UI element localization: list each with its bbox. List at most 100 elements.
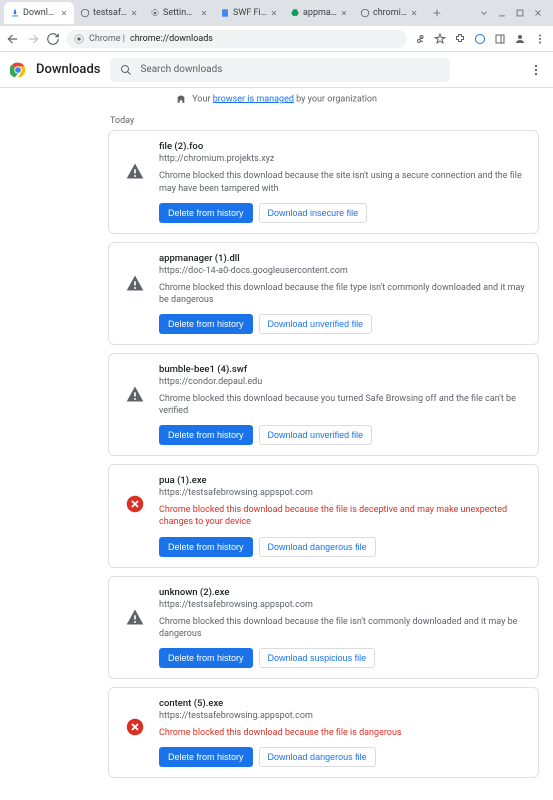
delete-button[interactable]: Delete from history: [159, 747, 253, 767]
status-icon: [121, 364, 149, 445]
tab-title: Downloads: [23, 8, 57, 18]
managed-banner: Your browser is managed by your organiza…: [0, 88, 553, 110]
download-filename: appmanager (1).dll: [159, 253, 526, 264]
section-today: Today: [14, 110, 539, 130]
delete-button[interactable]: Delete from history: [159, 203, 253, 223]
download-card: appmanager (1).dll https://doc-14-a0-doc…: [108, 242, 539, 345]
download-warning: Chrome blocked this download because the…: [159, 170, 526, 194]
globe-icon: [360, 8, 370, 18]
search-downloads[interactable]: Search downloads: [110, 58, 450, 82]
address-bar[interactable]: Chrome | chrome://downloads: [66, 30, 407, 48]
download-warning: Chrome blocked this download because the…: [159, 727, 526, 739]
globe-icon: [80, 8, 90, 18]
delete-button[interactable]: Delete from history: [159, 537, 253, 557]
download-filename: file (2).foo: [159, 141, 526, 152]
download-card: bumble-bee1 (4).swf https://condor.depau…: [108, 353, 539, 456]
download-card: pua (1).exe https://testsafebrowsing.app…: [108, 464, 539, 567]
download-anyway-button[interactable]: Download dangerous file: [259, 537, 376, 557]
tab-appmanager[interactable]: appmanag: [284, 2, 354, 24]
download-anyway-button[interactable]: Download dangerous file: [259, 747, 376, 767]
forward-icon[interactable]: [26, 32, 40, 46]
delete-button[interactable]: Delete from history: [159, 648, 253, 668]
status-icon: [121, 698, 149, 767]
tab-testsafe[interactable]: testsafebro: [74, 2, 144, 24]
search-icon: [120, 64, 132, 76]
side-panel-icon[interactable]: [493, 32, 507, 46]
status-icon: [121, 475, 149, 556]
tab-title: SWF File D: [233, 8, 267, 18]
star-icon[interactable]: [433, 32, 447, 46]
managed-prefix: Your: [192, 94, 213, 104]
tab-settings[interactable]: Settings - s: [144, 2, 214, 24]
labs-icon[interactable]: [473, 32, 487, 46]
download-anyway-button[interactable]: Download unverified file: [259, 314, 373, 334]
close-icon[interactable]: [270, 9, 278, 17]
tab-title: Settings - s: [163, 8, 197, 18]
tab-strip: Downloads testsafebro Settings - s SWF F…: [0, 0, 553, 26]
status-icon: [121, 253, 149, 334]
download-filename: pua (1).exe: [159, 475, 526, 486]
close-icon[interactable]: [340, 9, 348, 17]
download-warning: Chrome blocked this download because the…: [159, 616, 526, 640]
drive-icon: [290, 8, 300, 18]
extensions-icon[interactable]: [453, 32, 467, 46]
download-card: content (5).exe https://testsafebrowsing…: [108, 687, 539, 778]
file-icon: [220, 8, 230, 18]
download-warning: Chrome blocked this download because the…: [159, 282, 526, 306]
chrome-page-icon: [74, 34, 84, 44]
chevron-down-icon[interactable]: [479, 8, 489, 18]
chrome-logo-icon: [10, 62, 26, 78]
close-icon[interactable]: [410, 9, 418, 17]
download-card: file (2).foo http://chromium.projekts.xy…: [108, 130, 539, 233]
url-prefix: Chrome |: [89, 34, 125, 44]
tab-swf[interactable]: SWF File D: [214, 2, 284, 24]
gear-icon: [150, 8, 160, 18]
download-warning: Chrome blocked this download because you…: [159, 393, 526, 417]
managed-suffix: by your organization: [294, 94, 377, 104]
tab-title: testsafebro: [93, 8, 127, 18]
tab-chromium[interactable]: chromium-: [354, 2, 424, 24]
download-filename: bumble-bee1 (4).swf: [159, 364, 526, 375]
tab-downloads[interactable]: Downloads: [4, 2, 74, 24]
more-menu-icon[interactable]: [529, 63, 543, 77]
download-url: https://condor.depaul.edu: [159, 377, 526, 387]
delete-button[interactable]: Delete from history: [159, 425, 253, 445]
close-icon[interactable]: [60, 9, 68, 17]
download-card: unknown (2).exe https://testsafebrowsing…: [108, 576, 539, 679]
download-icon: [10, 8, 20, 18]
download-url: https://testsafebrowsing.appspot.com: [159, 600, 526, 610]
tab-title: appmanag: [303, 8, 337, 18]
download-anyway-button[interactable]: Download unverified file: [259, 425, 373, 445]
browser-toolbar: Chrome | chrome://downloads: [0, 26, 553, 52]
downloads-content: Today file (2).foo http://chromium.proje…: [0, 110, 553, 800]
downloads-header: Downloads Search downloads: [0, 52, 553, 88]
new-tab-button[interactable]: [428, 4, 446, 22]
close-icon[interactable]: [200, 9, 208, 17]
status-icon: [121, 141, 149, 222]
tab-title: chromium-: [373, 8, 407, 18]
menu-icon[interactable]: [533, 32, 547, 46]
download-warning: Chrome blocked this download because the…: [159, 504, 526, 528]
share-icon[interactable]: [413, 32, 427, 46]
minimize-icon[interactable]: [497, 8, 507, 18]
profile-icon[interactable]: [513, 32, 527, 46]
download-filename: unknown (2).exe: [159, 587, 526, 598]
download-url: https://testsafebrowsing.appspot.com: [159, 488, 526, 498]
download-url: http://chromium.projekts.xyz: [159, 154, 526, 164]
close-window-icon[interactable]: [533, 8, 543, 18]
reload-icon[interactable]: [46, 32, 60, 46]
download-anyway-button[interactable]: Download insecure file: [259, 203, 368, 223]
maximize-icon[interactable]: [515, 8, 525, 18]
delete-button[interactable]: Delete from history: [159, 314, 253, 334]
window-controls: [479, 8, 549, 18]
download-filename: content (5).exe: [159, 698, 526, 709]
search-placeholder: Search downloads: [140, 64, 222, 75]
managed-link[interactable]: browser is managed: [213, 94, 294, 104]
status-icon: [121, 587, 149, 668]
download-url: https://testsafebrowsing.appspot.com: [159, 711, 526, 721]
close-icon[interactable]: [130, 9, 138, 17]
back-icon[interactable]: [6, 32, 20, 46]
download-anyway-button[interactable]: Download suspicious file: [259, 648, 376, 668]
download-url: https://doc-14-a0-docs.googleusercontent…: [159, 266, 526, 276]
url-path: chrome://downloads: [130, 34, 213, 44]
